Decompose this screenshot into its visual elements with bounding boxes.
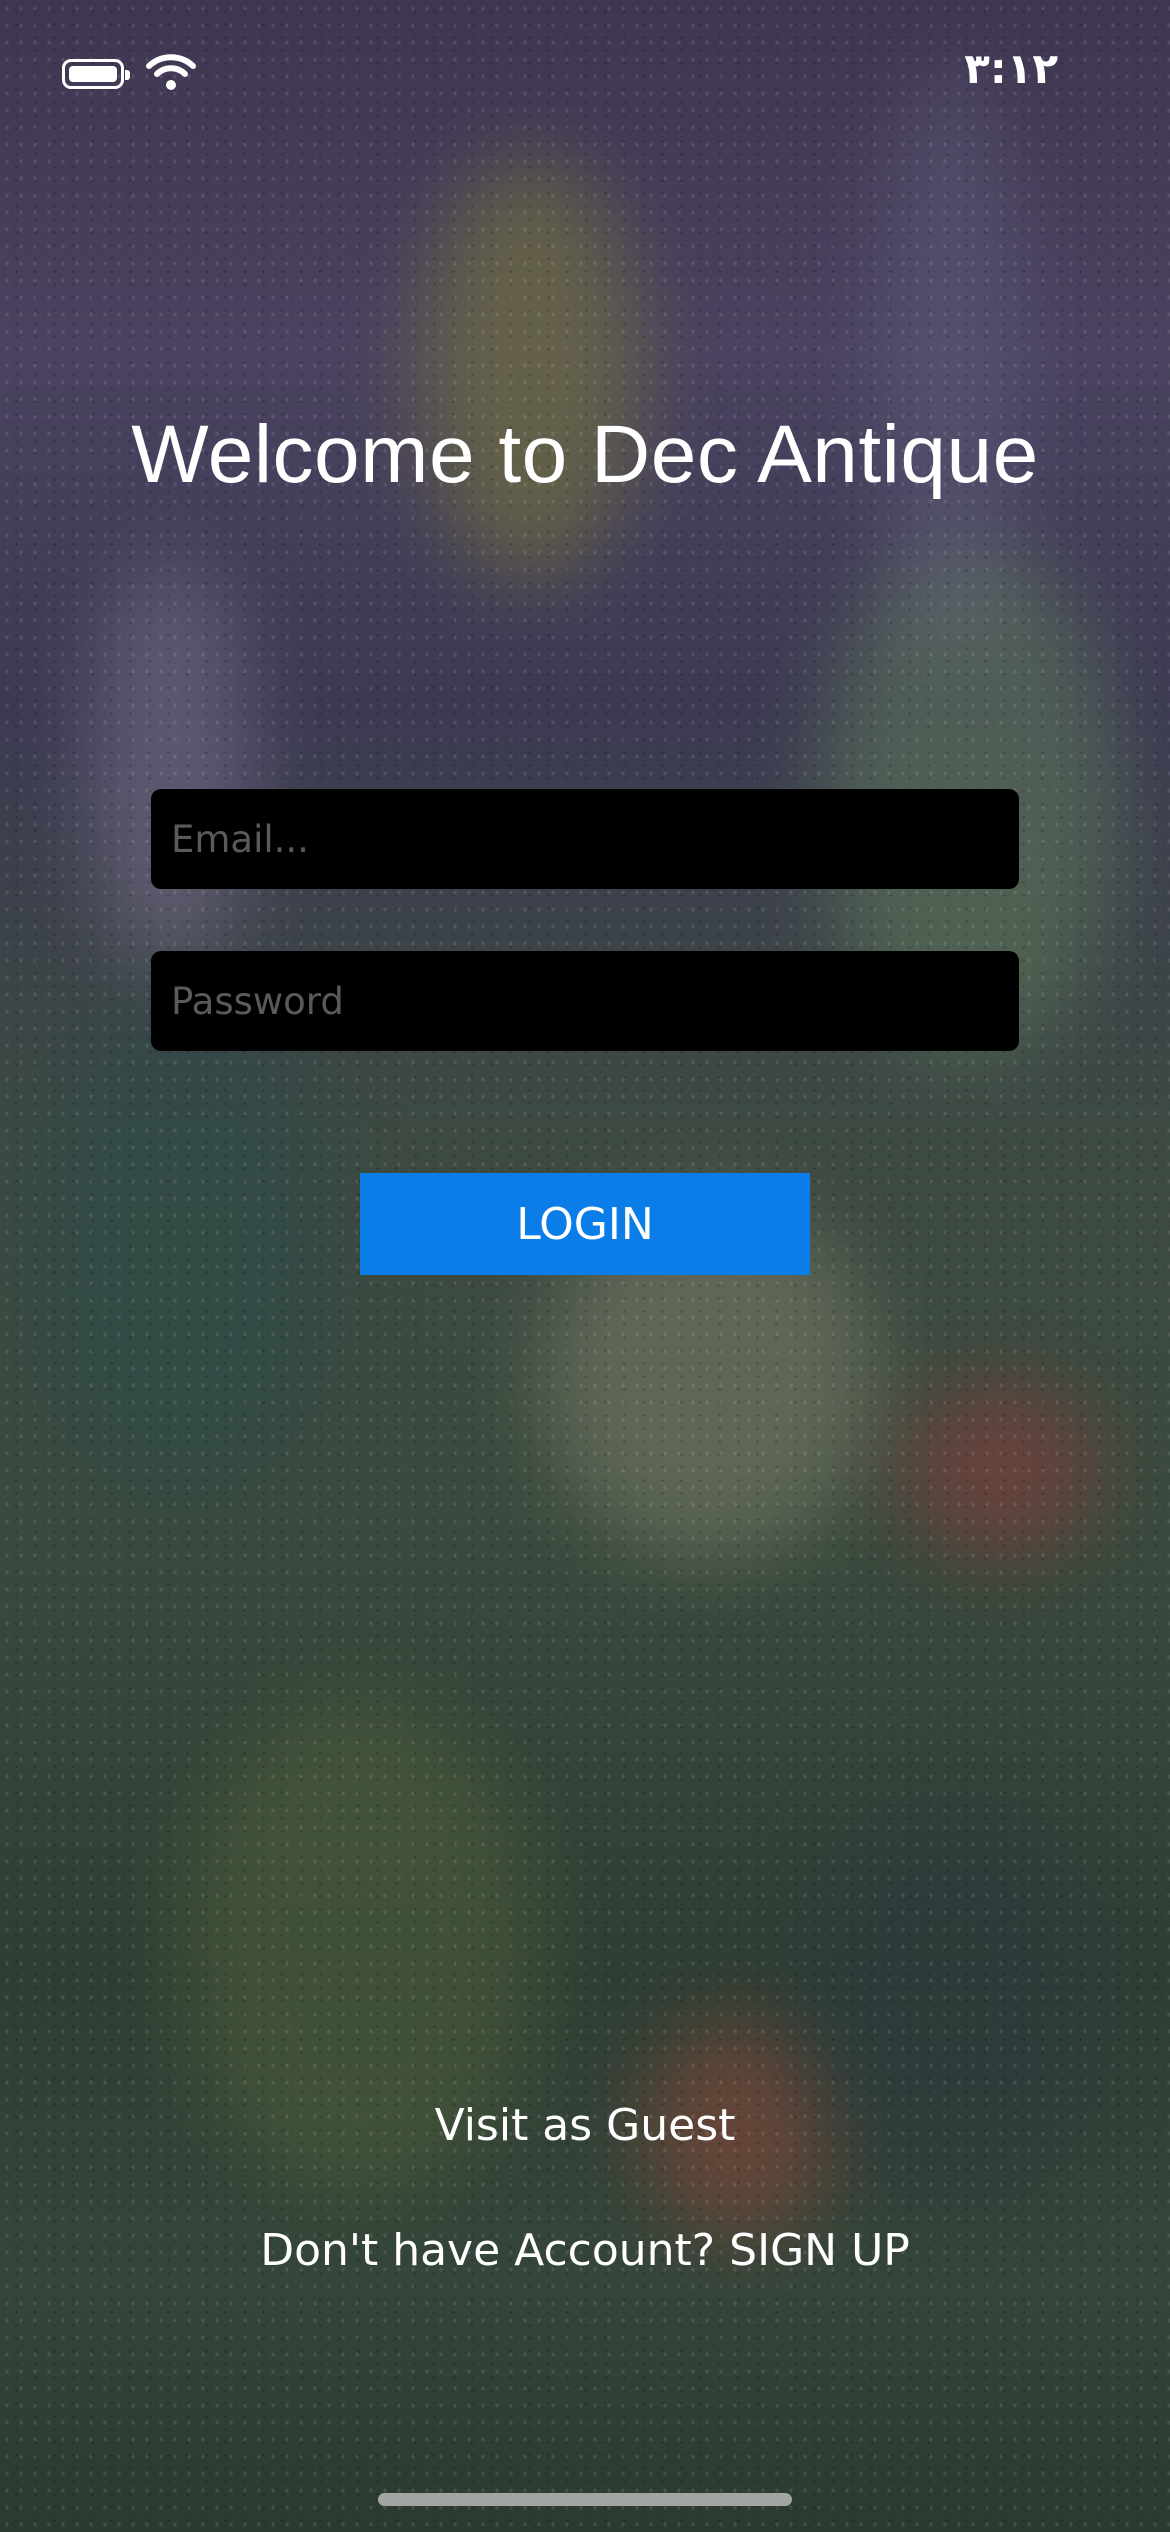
- home-indicator: [378, 2493, 792, 2506]
- login-button[interactable]: LOGIN: [360, 1173, 810, 1275]
- email-field[interactable]: [151, 789, 1019, 889]
- signup-line: Don't have Account? SIGN UP: [0, 2225, 1170, 2276]
- password-field[interactable]: [151, 951, 1019, 1051]
- page-title: Welcome to Dec Antique: [131, 409, 1039, 500]
- status-bar: ٣:١٢: [0, 0, 1170, 130]
- battery-icon: [62, 59, 130, 89]
- signup-link[interactable]: SIGN UP: [729, 2225, 910, 2276]
- signup-prompt: Don't have Account?: [260, 2225, 716, 2276]
- login-screen: ٣:١٢ Welcome to Dec Antique LOGIN Visit …: [0, 0, 1170, 2532]
- wifi-icon: [146, 54, 196, 90]
- status-time: ٣:١٢: [964, 44, 1058, 93]
- visit-as-guest-link[interactable]: Visit as Guest: [0, 2100, 1170, 2151]
